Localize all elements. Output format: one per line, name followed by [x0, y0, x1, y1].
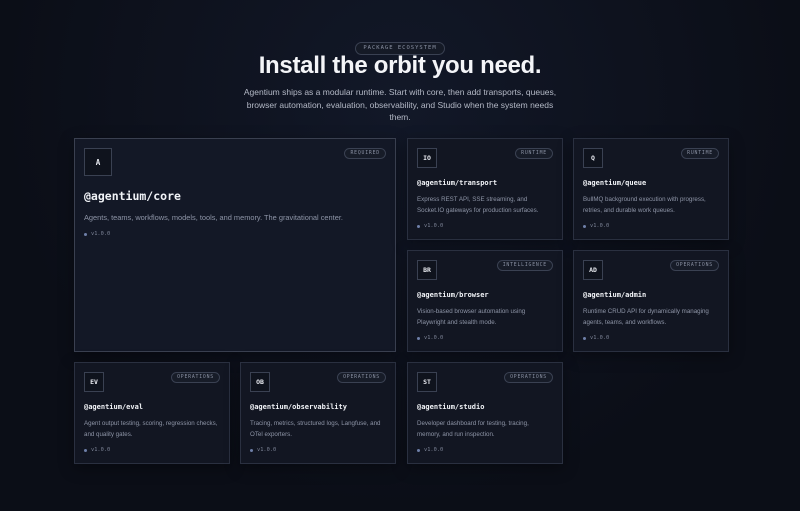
package-badge-transport: RUNTIME	[515, 148, 553, 159]
version-text: v1.0.0	[590, 223, 610, 229]
package-icon-observability: OB	[250, 372, 270, 392]
page-title: Install the orbit you need.	[258, 52, 542, 79]
package-card-transport[interactable]: IO RUNTIME @agentium/transport Express R…	[407, 138, 563, 240]
package-card-browser[interactable]: BR INTELLIGENCE @agentium/browser Vision…	[407, 250, 563, 352]
version-text: v1.0.0	[91, 447, 111, 453]
version-dot-icon	[583, 336, 586, 340]
package-name-observability: @agentium/observability	[250, 403, 347, 411]
version-dot-icon	[84, 232, 87, 236]
version-text: v1.0.0	[590, 335, 610, 341]
package-card-admin[interactable]: AD OPERATIONS @agentium/admin Runtime CR…	[573, 250, 729, 352]
version-dot-icon	[250, 448, 253, 452]
package-version-admin: v1.0.0	[583, 335, 609, 341]
package-card-eval[interactable]: EV OPERATIONS @agentium/eval Agent outpu…	[74, 362, 230, 464]
package-version-eval: v1.0.0	[84, 447, 110, 453]
package-desc-queue: BullMQ background execution with progres…	[583, 196, 706, 214]
package-icon-eval: EV	[84, 372, 104, 392]
version-text: v1.0.0	[424, 447, 444, 453]
package-name-transport: @agentium/transport	[417, 179, 498, 187]
package-version-browser: v1.0.0	[417, 335, 443, 341]
package-badge-admin: OPERATIONS	[670, 260, 719, 271]
page-subtitle: Agentium ships as a modular runtime. Sta…	[243, 87, 557, 122]
package-icon-browser: BR	[417, 260, 437, 280]
package-desc-studio: Developer dashboard for testing, tracing…	[417, 420, 529, 438]
package-desc-observability: Tracing, metrics, structured logs, Langf…	[250, 420, 381, 438]
version-text: v1.0.0	[424, 335, 444, 341]
version-dot-icon	[417, 336, 420, 340]
package-badge-eval: OPERATIONS	[171, 372, 220, 383]
package-icon-transport: IO	[417, 148, 437, 168]
package-version-observability: v1.0.0	[250, 447, 276, 453]
package-badge-studio: OPERATIONS	[504, 372, 553, 383]
package-name-eval: @agentium/eval	[84, 403, 144, 411]
version-text: v1.0.0	[257, 447, 277, 453]
package-desc-eval: Agent output testing, scoring, regressio…	[84, 420, 218, 438]
package-card-core[interactable]: A REQUIRED @agentium/core Agents, teams,…	[74, 138, 396, 352]
package-name-queue: @agentium/queue	[583, 179, 647, 187]
version-text: v1.0.0	[424, 223, 444, 229]
version-dot-icon	[84, 448, 87, 452]
package-desc-browser: Vision-based browser automation using Pl…	[417, 308, 526, 326]
version-text: v1.0.0	[91, 231, 111, 237]
package-desc-admin: Runtime CRUD API for dynamically managin…	[583, 308, 709, 326]
package-badge-browser: INTELLIGENCE	[496, 260, 553, 271]
package-icon-queue: Q	[583, 148, 603, 168]
package-version-queue: v1.0.0	[583, 223, 609, 229]
package-desc-transport: Express REST API, SSE streaming, and Soc…	[417, 196, 539, 214]
version-dot-icon	[417, 224, 420, 228]
version-dot-icon	[417, 448, 420, 452]
package-version-transport: v1.0.0	[417, 223, 443, 229]
package-card-studio[interactable]: ST OPERATIONS @agentium/studio Developer…	[407, 362, 563, 464]
package-desc-core: Agents, teams, workflows, models, tools,…	[84, 213, 343, 222]
package-name-admin: @agentium/admin	[583, 291, 647, 299]
package-icon-admin: AD	[583, 260, 603, 280]
package-badge-observability: OPERATIONS	[337, 372, 386, 383]
package-name-browser: @agentium/browser	[417, 291, 489, 299]
package-card-observability[interactable]: OB OPERATIONS @agentium/observability Tr…	[240, 362, 396, 464]
package-badge-queue: RUNTIME	[681, 148, 719, 159]
package-icon-studio: ST	[417, 372, 437, 392]
package-badge-core: REQUIRED	[344, 148, 386, 159]
package-name-studio: @agentium/studio	[417, 403, 485, 411]
version-dot-icon	[583, 224, 586, 228]
package-version-studio: v1.0.0	[417, 447, 443, 453]
package-version-core: v1.0.0	[84, 231, 110, 237]
package-name-core: @agentium/core	[84, 189, 181, 203]
package-icon-core: A	[84, 148, 112, 176]
package-card-queue[interactable]: Q RUNTIME @agentium/queue BullMQ backgro…	[573, 138, 729, 240]
